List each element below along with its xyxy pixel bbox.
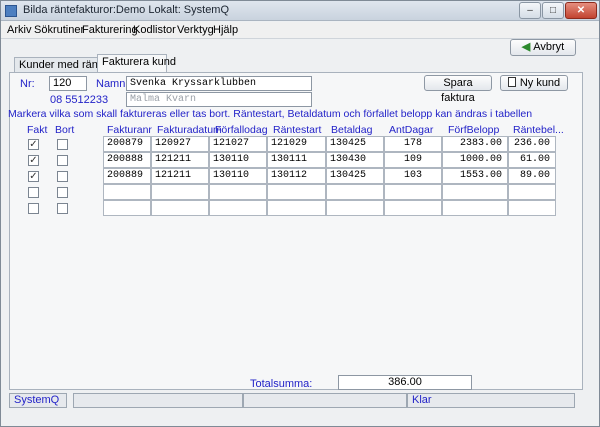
minimize-button[interactable]: – bbox=[519, 2, 541, 19]
invoice-panel: Nr: 120 Namn: Svenka Kryssarklubben 08 5… bbox=[8, 72, 583, 390]
instruction-text: Markera vilka som skall faktureras eller… bbox=[8, 108, 533, 120]
status-app: SystemQ bbox=[9, 393, 67, 408]
menu-arkiv[interactable]: Arkiv bbox=[7, 24, 31, 36]
phone-text: 08 5512233 bbox=[50, 94, 109, 106]
bort-checkbox[interactable] bbox=[57, 171, 68, 182]
col-header-forfbelopp: FörfBelopp bbox=[448, 124, 500, 136]
status-state: Klar bbox=[407, 393, 575, 408]
cell-fakturadatum[interactable]: 121211 bbox=[151, 152, 209, 168]
nr-label: Nr: bbox=[20, 78, 35, 90]
app-icon bbox=[5, 5, 17, 17]
col-header-fakturadatum: Fakturadatum bbox=[157, 124, 222, 136]
customer-number-field[interactable]: 120 bbox=[49, 76, 87, 91]
cell-betaldag[interactable] bbox=[326, 184, 384, 200]
fakt-checkbox[interactable] bbox=[28, 203, 39, 214]
cell-forfallodag[interactable]: 121027 bbox=[209, 136, 267, 152]
menu-bar: Arkiv Sökrutiner Fakturering Kodlistor V… bbox=[1, 22, 599, 39]
menu-fakturering[interactable]: Fakturering bbox=[82, 24, 138, 36]
col-header-fakturanr: Fakturanr bbox=[107, 124, 152, 136]
cell-fakturanr[interactable]: 200889 bbox=[103, 168, 151, 184]
cell-rantestart[interactable]: 130111 bbox=[267, 152, 326, 168]
cell-betaldag[interactable]: 130425 bbox=[326, 168, 384, 184]
cell-forfbelopp[interactable] bbox=[442, 200, 508, 216]
status-segment-3 bbox=[243, 393, 407, 408]
col-header-rantebelopp: Räntebel... bbox=[513, 124, 564, 136]
maximize-button[interactable]: □ bbox=[542, 2, 564, 19]
address-field[interactable]: Malma Kvarn bbox=[126, 92, 312, 107]
cell-antdagar[interactable]: 109 bbox=[384, 152, 442, 168]
new-customer-label: Ny kund bbox=[519, 77, 561, 89]
cell-antdagar[interactable]: 178 bbox=[384, 136, 442, 152]
cell-antdagar[interactable] bbox=[384, 184, 442, 200]
cell-forfallodag[interactable]: 130110 bbox=[209, 152, 267, 168]
cell-fakturanr[interactable] bbox=[103, 200, 151, 216]
col-header-fakt: Fakt bbox=[27, 124, 48, 136]
cell-fakturadatum[interactable] bbox=[151, 184, 209, 200]
bort-checkbox[interactable] bbox=[57, 155, 68, 166]
cell-forfbelopp[interactable] bbox=[442, 184, 508, 200]
cell-forfbelopp[interactable]: 1000.00 bbox=[442, 152, 508, 168]
tab-fakturera-kund[interactable]: Fakturera kund bbox=[97, 54, 176, 72]
tab-kunder-med-rantor[interactable]: Kunder med räntor bbox=[14, 57, 111, 72]
cell-rantestart[interactable] bbox=[267, 200, 326, 216]
cell-rantestart[interactable]: 121029 bbox=[267, 136, 326, 152]
cell-fakturadatum[interactable]: 120927 bbox=[151, 136, 209, 152]
name-label: Namn: bbox=[96, 78, 129, 90]
cell-betaldag[interactable] bbox=[326, 200, 384, 216]
title-bar[interactable]: Bilda räntefakturor:Demo Lokalt: SystemQ… bbox=[1, 1, 599, 21]
close-button[interactable]: ✕ bbox=[565, 2, 597, 19]
col-header-forfallodag: Förfallodag bbox=[215, 124, 268, 136]
status-bar: SystemQ Klar bbox=[9, 393, 577, 409]
bort-checkbox[interactable] bbox=[57, 139, 68, 150]
fakt-checkbox[interactable] bbox=[28, 187, 39, 198]
cancel-button-label: Avbryt bbox=[533, 41, 565, 53]
col-header-antdagar: AntDagar bbox=[389, 124, 434, 136]
cell-rantebelopp[interactable] bbox=[508, 184, 556, 200]
col-header-bort: Bort bbox=[55, 124, 75, 136]
cell-fakturadatum[interactable]: 121211 bbox=[151, 168, 209, 184]
bort-checkbox[interactable] bbox=[57, 187, 68, 198]
cell-antdagar[interactable]: 103 bbox=[384, 168, 442, 184]
new-customer-button[interactable]: Ny kund bbox=[500, 75, 568, 91]
total-label: Totalsumma: bbox=[250, 378, 313, 390]
menu-sokrutiner[interactable]: Sökrutiner bbox=[34, 24, 84, 36]
cell-fakturanr[interactable]: 200888 bbox=[103, 152, 151, 168]
menu-verktyg[interactable]: Verktyg bbox=[177, 24, 214, 36]
cancel-button[interactable]: ◀ Avbryt bbox=[510, 39, 576, 56]
cell-fakturanr[interactable] bbox=[103, 184, 151, 200]
cell-forfallodag[interactable]: 130110 bbox=[209, 168, 267, 184]
fakt-checkbox[interactable]: ✓ bbox=[28, 155, 39, 166]
cell-rantebelopp[interactable]: 236.00 bbox=[508, 136, 556, 152]
cell-fakturanr[interactable]: 200879 bbox=[103, 136, 151, 152]
cell-rantebelopp[interactable]: 61.00 bbox=[508, 152, 556, 168]
arrow-left-icon: ◀ bbox=[521, 41, 531, 53]
col-header-rantestart: Räntestart bbox=[273, 124, 322, 136]
menu-kodlistor[interactable]: Kodlistor bbox=[133, 24, 176, 36]
fakt-checkbox[interactable]: ✓ bbox=[28, 139, 39, 150]
bort-checkbox[interactable] bbox=[57, 203, 68, 214]
cell-forfbelopp[interactable]: 2383.00 bbox=[442, 136, 508, 152]
customer-name-field[interactable]: Svenka Kryssarklubben bbox=[126, 76, 312, 91]
cell-forfbelopp[interactable]: 1553.00 bbox=[442, 168, 508, 184]
menu-hjalp[interactable]: Hjälp bbox=[213, 24, 238, 36]
cell-rantestart[interactable]: 130112 bbox=[267, 168, 326, 184]
document-icon bbox=[507, 77, 516, 87]
total-field: 386.00 bbox=[338, 375, 472, 390]
cell-forfallodag[interactable] bbox=[209, 184, 267, 200]
status-segment-2 bbox=[73, 393, 243, 408]
cell-betaldag[interactable]: 130425 bbox=[326, 136, 384, 152]
col-header-betaldag: Betaldag bbox=[331, 124, 373, 136]
cell-rantebelopp[interactable] bbox=[508, 200, 556, 216]
fakt-checkbox[interactable]: ✓ bbox=[28, 171, 39, 182]
cell-rantebelopp[interactable]: 89.00 bbox=[508, 168, 556, 184]
cell-fakturadatum[interactable] bbox=[151, 200, 209, 216]
window-title: Bilda räntefakturor:Demo Lokalt: SystemQ bbox=[23, 4, 230, 16]
cell-antdagar[interactable] bbox=[384, 200, 442, 216]
save-invoice-button[interactable]: Spara faktura bbox=[424, 75, 492, 104]
cell-betaldag[interactable]: 130430 bbox=[326, 152, 384, 168]
main-window: Bilda räntefakturor:Demo Lokalt: SystemQ… bbox=[0, 0, 600, 427]
cell-rantestart[interactable] bbox=[267, 184, 326, 200]
cell-forfallodag[interactable] bbox=[209, 200, 267, 216]
